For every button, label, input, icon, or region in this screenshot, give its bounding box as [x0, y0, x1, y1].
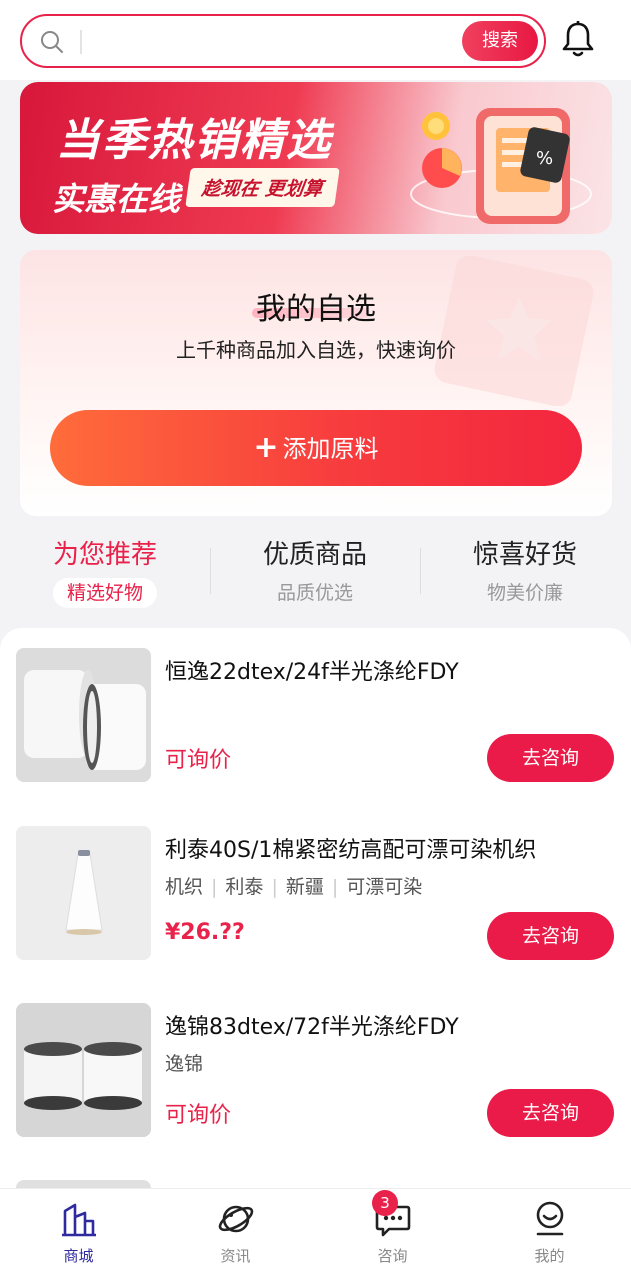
- tab-quality[interactable]: 优质商品 品质优选: [210, 538, 420, 608]
- bell-icon[interactable]: [560, 20, 596, 60]
- favorites-description: 上千种商品加入自选，快速询价: [176, 338, 456, 362]
- search-icon: [41, 31, 63, 53]
- consult-button[interactable]: 去咨询: [487, 912, 614, 960]
- product-price: 可询价: [165, 748, 232, 773]
- yarn-spools-image: [16, 648, 151, 782]
- search-caret: [80, 30, 82, 54]
- product-price: 可询价: [165, 1103, 232, 1128]
- tab-subtitle: 精选好物: [52, 578, 157, 608]
- search-input[interactable]: [88, 24, 468, 60]
- tab-title: 惊喜好货: [472, 540, 577, 570]
- product-image[interactable]: [16, 826, 151, 960]
- add-material-label: 添加原料: [282, 435, 379, 463]
- plus-icon: +: [253, 430, 279, 465]
- favorites-card: 我的自选 上千种商品加入自选，快速询价 + 添加原料: [20, 250, 612, 516]
- tab-title: 为您推荐: [52, 540, 157, 570]
- tab-title: 优质商品: [262, 540, 367, 570]
- nav-store[interactable]: 商城: [0, 1199, 157, 1266]
- nav-news[interactable]: 资讯: [157, 1199, 314, 1266]
- tab-subtitle: 品质优选: [276, 582, 353, 604]
- store-icon: [61, 1203, 96, 1237]
- search-bar[interactable]: 搜索: [20, 14, 546, 68]
- product-item[interactable]: 逸锦83dtex/72f半光涤纶FDY 逸锦 可询价 去咨询: [0, 1003, 631, 1137]
- product-image[interactable]: [16, 1003, 151, 1137]
- nav-profile[interactable]: 我的: [471, 1199, 628, 1266]
- product-item[interactable]: 利泰40S/1棉紧密纺高配可漂可染机织 机织 | 利泰 | 新疆 | 可漂可染 ¥26.??…: [0, 826, 631, 960]
- yarn-cone-image: [16, 826, 151, 960]
- svg-text:%: %: [536, 148, 553, 169]
- product-tags: 机织 | 利泰 | 新疆 | 可漂可染: [165, 876, 423, 898]
- banner-title: 当季热销精选: [56, 115, 332, 166]
- consult-button[interactable]: 去咨询: [487, 734, 614, 782]
- product-tag: 利泰: [225, 876, 264, 898]
- search-button[interactable]: 搜索: [462, 21, 538, 61]
- product-tags: 逸锦: [165, 1049, 203, 1076]
- tab-surprise[interactable]: 惊喜好货 物美价廉: [420, 538, 630, 608]
- nav-label: 咨询: [377, 1247, 408, 1265]
- star-badge-decoration: [434, 256, 594, 406]
- top-bar: 搜索: [0, 0, 631, 80]
- nav-label: 资讯: [220, 1247, 251, 1265]
- product-tag: 新疆: [285, 876, 324, 898]
- add-material-button[interactable]: + 添加原料: [50, 410, 582, 486]
- tab-recommend[interactable]: 为您推荐 精选好物: [0, 538, 210, 608]
- product-name[interactable]: 恒逸22dtex/24f半光涤纶FDY: [165, 654, 459, 686]
- banner-tag: 趁现在 更划算: [185, 168, 340, 207]
- product-list[interactable]: 恒逸22dtex/24f半光涤纶FDY 可询价 去咨询 利泰40S/1棉紧密纺高…: [0, 628, 631, 1188]
- product-price: ¥26.??: [165, 920, 245, 945]
- profile-icon: [536, 1201, 563, 1236]
- recommend-tabs: 为您推荐 精选好物 优质商品 品质优选 惊喜好货 物美价廉: [0, 530, 631, 616]
- product-name[interactable]: 逸锦83dtex/72f半光涤纶FDY: [165, 1009, 459, 1041]
- tab-subtitle: 物美价廉: [486, 582, 563, 604]
- banner-subtitle: 实惠在线: [52, 180, 181, 218]
- product-tag: 逸锦: [165, 1053, 204, 1075]
- favorites-title: 我的自选: [256, 292, 376, 327]
- product-item[interactable]: 恒逸22dtex/24f半光涤纶FDY 可询价 去咨询: [0, 648, 631, 782]
- consult-button[interactable]: 去咨询: [487, 1089, 614, 1137]
- product-image-partial: [16, 1180, 151, 1188]
- nav-label: 我的: [534, 1247, 565, 1265]
- product-image[interactable]: [16, 648, 151, 782]
- promo-banner[interactable]: 当季热销精选 实惠在线 趁现在 更划算 %: [20, 82, 612, 234]
- product-tag: 机织: [165, 876, 204, 898]
- bottom-nav: 商城 资讯 咨询 我的: [0, 1188, 631, 1280]
- nav-label: 商城: [63, 1247, 94, 1265]
- consult-badge: 3: [372, 1190, 398, 1216]
- product-tag: 可漂可染: [346, 876, 423, 898]
- shopping-phone-illustration: %: [410, 108, 592, 224]
- product-name[interactable]: 利泰40S/1棉紧密纺高配可漂可染机织: [165, 832, 536, 864]
- yarn-spools-image: [16, 1003, 151, 1137]
- planet-icon: [218, 1205, 253, 1233]
